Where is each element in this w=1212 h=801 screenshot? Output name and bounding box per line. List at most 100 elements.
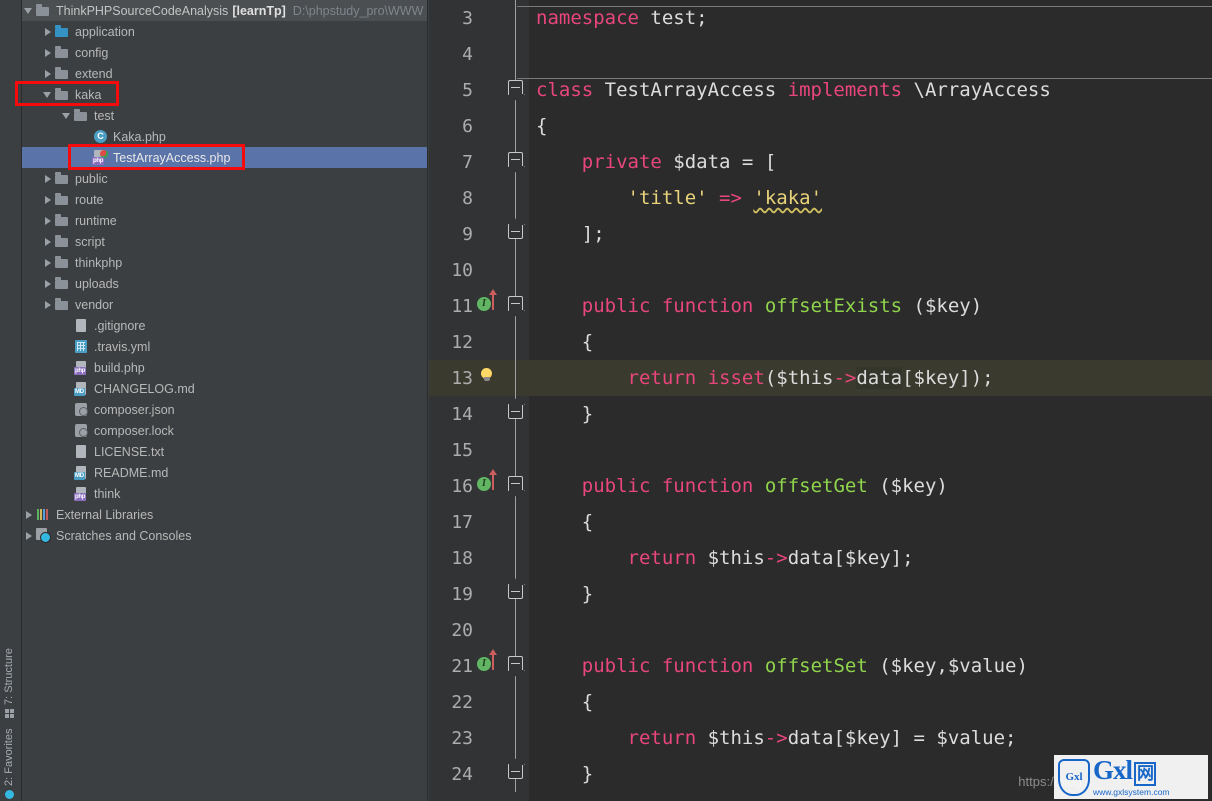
tree-row-testarrayaccess-php[interactable]: php TestArrayAccess.php	[22, 147, 427, 168]
chevron-down-icon[interactable]	[60, 109, 73, 122]
chevron-right-icon[interactable]	[41, 46, 54, 59]
tree-row-think[interactable]: php think	[22, 483, 427, 504]
tree-row-external-libraries[interactable]: External Libraries	[22, 504, 427, 525]
tree-row-route[interactable]: route	[22, 189, 427, 210]
chevron-right-icon[interactable]	[41, 256, 54, 269]
tree-row-build-php[interactable]: php build.php	[22, 357, 427, 378]
tool-button-favorites[interactable]: 2: Favorites	[0, 729, 19, 801]
tree-row-extend[interactable]: extend	[22, 63, 427, 84]
fold-region-end-icon[interactable]	[503, 576, 529, 612]
code-token: data	[856, 367, 903, 389]
chevron-down-icon[interactable]	[22, 4, 35, 17]
chevron-right-icon[interactable]	[41, 277, 54, 290]
tree-row-readme-md[interactable]: MD README.md	[22, 462, 427, 483]
code-line[interactable]: 21 I public function offsetSet ($key,$val…	[429, 648, 1212, 684]
chevron-right-icon[interactable]	[41, 193, 54, 206]
arrow-up-icon[interactable]	[489, 289, 497, 310]
code-line[interactable]: 6{	[429, 108, 1212, 144]
tree-row-kaka-php[interactable]: Kaka.php	[22, 126, 427, 147]
folder-icon	[54, 276, 70, 291]
fold-region-end-icon[interactable]	[503, 396, 529, 432]
chevron-right-icon[interactable]	[41, 214, 54, 227]
code-line[interactable]: 18 return $this->data[$key];	[429, 540, 1212, 576]
code-line[interactable]: 15	[429, 432, 1212, 468]
arrow-up-icon[interactable]	[489, 469, 497, 490]
tree-row-thinkphp[interactable]: thinkphp	[22, 252, 427, 273]
tree-row-license-txt[interactable]: LICENSE.txt	[22, 441, 427, 462]
chevron-right-icon[interactable]	[41, 67, 54, 80]
chevron-right-icon[interactable]	[22, 508, 35, 521]
code-line-text: return $this->data[$key] = $value;	[529, 727, 1212, 749]
line-number: 14	[451, 403, 473, 425]
code-line[interactable]: 10	[429, 252, 1212, 288]
tree-row-kaka[interactable]: kaka	[22, 84, 427, 105]
tree-row-label: build.php	[94, 360, 145, 375]
fold-region-start-icon[interactable]	[503, 648, 529, 684]
tree-row-changelog-md[interactable]: MD CHANGELOG.md	[22, 378, 427, 399]
interface-marker-icon[interactable]: I	[477, 477, 491, 491]
implements-method-icon[interactable]: I	[475, 288, 503, 324]
code-line[interactable]: 16 I public function offsetGet ($key)	[429, 468, 1212, 504]
code-line[interactable]: 11 I public function offsetExists ($key)	[429, 288, 1212, 324]
code-line-text: }	[529, 583, 1212, 605]
fold-region-start-icon[interactable]	[503, 468, 529, 504]
fold-region-end-icon[interactable]	[503, 216, 529, 252]
chevron-right-icon[interactable]	[41, 235, 54, 248]
code-line[interactable]: 7 private $data = [	[429, 144, 1212, 180]
tree-row-composer-json[interactable]: composer.json	[22, 399, 427, 420]
project-root-name: ThinkPHPSourceCodeAnalysis	[56, 3, 229, 18]
code-line[interactable]: 23 return $this->data[$key] = $value;	[429, 720, 1212, 756]
code-line[interactable]: 13 return isset($this->data[$key]);	[429, 360, 1212, 396]
arrow-up-icon[interactable]	[489, 649, 497, 670]
implements-method-icon[interactable]: I	[475, 468, 503, 504]
chevron-right-icon[interactable]	[22, 529, 35, 542]
code-line[interactable]: 8 'title' => 'kaka'	[429, 180, 1212, 216]
tree-row-uploads[interactable]: uploads	[22, 273, 427, 294]
tree-row-test[interactable]: test	[22, 105, 427, 126]
fold-region-end-icon[interactable]	[503, 756, 529, 792]
code-line[interactable]: 14 }	[429, 396, 1212, 432]
code-line[interactable]: 9 ];	[429, 216, 1212, 252]
code-token: implements	[787, 79, 903, 101]
tree-row-vendor[interactable]: vendor	[22, 294, 427, 315]
code-line[interactable]: 20	[429, 612, 1212, 648]
tree-row-scratches-and-consoles[interactable]: Scratches and Consoles	[22, 525, 427, 546]
code-line[interactable]: 17 {	[429, 504, 1212, 540]
tree-row-public[interactable]: public	[22, 168, 427, 189]
editor-code-area[interactable]: 3 namespace test; 4 5 class TestArrayAccess …	[429, 0, 1212, 801]
tree-row-runtime[interactable]: runtime	[22, 210, 427, 231]
tree-row-application[interactable]: application	[22, 21, 427, 42]
fold-region-start-icon[interactable]	[503, 288, 529, 324]
tree-row-gitignore[interactable]: .gitignore	[22, 315, 427, 336]
chevron-down-icon[interactable]	[41, 88, 54, 101]
tree-row-composer-lock[interactable]: composer.lock	[22, 420, 427, 441]
tree-row-travis-yml[interactable]: .travis.yml	[22, 336, 427, 357]
code-editor[interactable]: 3 namespace test; 4 5 class TestArrayAccess …	[429, 0, 1212, 801]
tree-row-label: .travis.yml	[94, 339, 151, 354]
folder-icon	[54, 213, 70, 228]
interface-marker-icon[interactable]: I	[477, 297, 491, 311]
intention-bulb-icon[interactable]	[475, 360, 503, 396]
implements-method-icon[interactable]: I	[475, 648, 503, 684]
tree-row-label: runtime	[75, 213, 117, 228]
fold-region-start-icon[interactable]	[503, 144, 529, 180]
code-token: public function	[581, 295, 754, 317]
fold-guide-line	[503, 612, 529, 648]
tree-row-script[interactable]: script	[22, 231, 427, 252]
tool-button-structure[interactable]: 7: Structure	[0, 648, 19, 720]
code-token: ($this	[764, 367, 834, 389]
chevron-right-icon[interactable]	[41, 25, 54, 38]
chevron-right-icon[interactable]	[41, 172, 54, 185]
project-tool-window[interactable]: ThinkPHPSourceCodeAnalysis [learnTp] D:\…	[22, 0, 428, 801]
code-line[interactable]: 22 {	[429, 684, 1212, 720]
interface-marker-icon[interactable]: I	[477, 657, 491, 671]
code-line[interactable]: 4	[429, 36, 1212, 72]
tree-row-config[interactable]: config	[22, 42, 427, 63]
lightbulb-icon[interactable]	[480, 368, 493, 381]
code-line[interactable]: 12 {	[429, 324, 1212, 360]
tree-row-project-root[interactable]: ThinkPHPSourceCodeAnalysis [learnTp] D:\…	[22, 0, 427, 21]
code-line[interactable]: 19 }	[429, 576, 1212, 612]
line-number: 11	[451, 295, 473, 317]
chevron-right-icon[interactable]	[41, 298, 54, 311]
